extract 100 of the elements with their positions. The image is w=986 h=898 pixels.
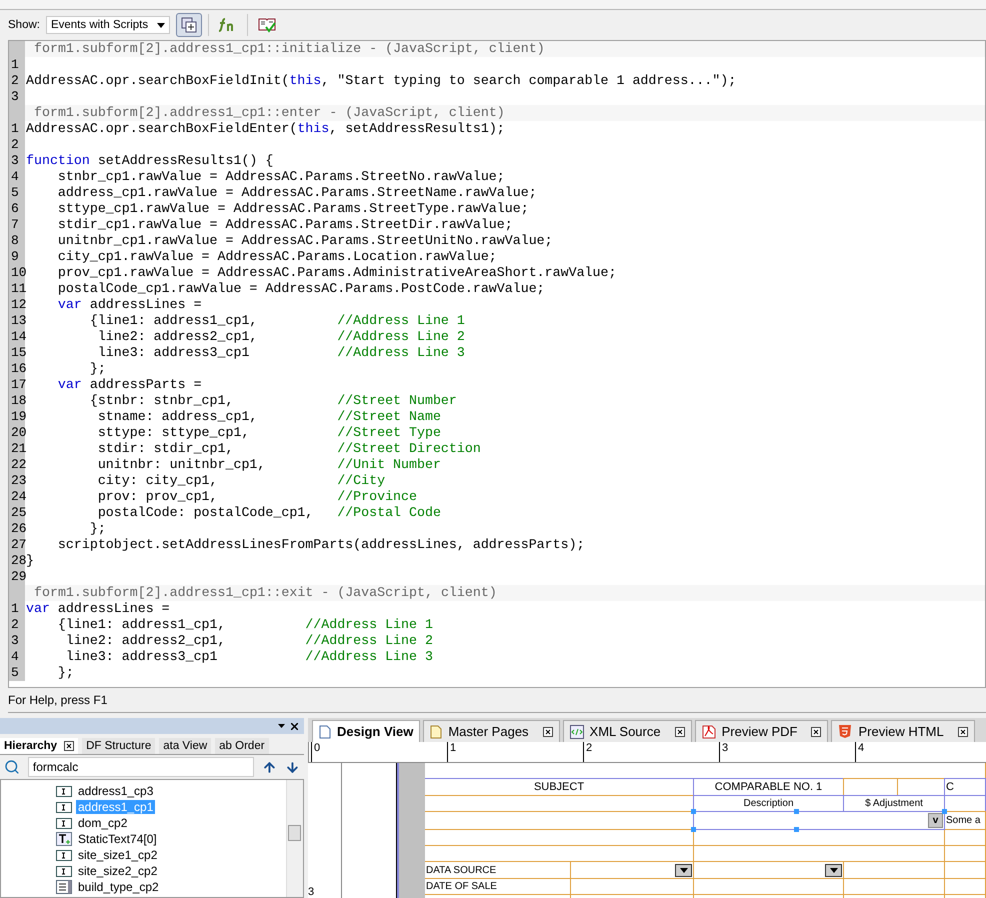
line-number: 13 — [9, 313, 25, 329]
tree-item[interactable]: address1_cp3 — [76, 784, 156, 798]
column-header: Description — [743, 798, 794, 809]
view-tab[interactable]: Master Pages — [423, 720, 560, 742]
arrow-up-icon[interactable] — [262, 760, 278, 774]
code-line: line3: address3_cp1 //Address Line 3 — [64, 649, 433, 665]
code-line: {stnbr: stnbr_cp1, //Street Number — [88, 393, 457, 409]
code-line: {line1: address1_cp1, //Address Line 1 — [56, 617, 433, 633]
line-number: 3 — [9, 633, 25, 649]
caret-icon — [156, 22, 165, 28]
code-line: city: city_cp1, //City — [96, 473, 386, 489]
panel-tab[interactable]: ata View — [159, 738, 212, 754]
search-field[interactable]: formcalc — [28, 757, 254, 777]
code-line: prov: prov_cp1, //Province — [96, 489, 417, 505]
close-icon[interactable] — [64, 741, 74, 751]
close-icon[interactable] — [811, 726, 822, 736]
checked-book-icon — [258, 17, 276, 33]
selection-handle[interactable] — [691, 809, 696, 814]
selection-handle[interactable] — [942, 809, 947, 814]
code-line: var addressLines = — [25, 601, 170, 617]
code-line: sttype_cp1.rawValue = AddressAC.Params.StreetType.rawValue; — [56, 201, 529, 217]
ruler-number: 1 — [447, 742, 583, 762]
selected-field[interactable]: v — [693, 811, 945, 830]
arrow-down-icon[interactable] — [285, 760, 300, 774]
html5-icon — [838, 724, 852, 739]
dropdown-button[interactable]: v — [928, 813, 943, 828]
code-line: }; — [88, 521, 106, 537]
view-tab[interactable]: XML Source — [562, 720, 692, 742]
code-line: var addressParts = — [56, 377, 202, 393]
code-line: sttype: sttype_cp1, //Street Type — [96, 425, 441, 441]
selection-handle[interactable] — [691, 827, 696, 832]
text-field-icon — [56, 802, 72, 812]
row-label: DATA SOURCE — [426, 864, 496, 876]
line-number: 18 — [9, 393, 25, 409]
code-line: city_cp1.rawValue = AddressAC.Params.Location.rawValue; — [56, 249, 497, 265]
panel-tab[interactable]: ab Order — [215, 738, 269, 754]
view-tab[interactable]: Design View — [312, 720, 420, 742]
scrollbar[interactable] — [286, 780, 303, 897]
line-number: 1 — [9, 601, 25, 617]
tree-item[interactable]: build_type_cp2 — [76, 880, 161, 894]
tree-item[interactable]: site_size1_cp2 — [76, 848, 160, 862]
line-number: 5 — [9, 665, 25, 681]
line-number: 3 — [9, 89, 25, 105]
ruler-number: 0 — [311, 742, 447, 762]
toolbar-button[interactable] — [176, 13, 202, 37]
code-line: function setAddressResults1() { — [25, 153, 274, 169]
line-number: 12 — [9, 297, 25, 313]
selection-handle[interactable] — [794, 809, 799, 814]
line-number: 8 — [9, 233, 25, 249]
line-number: 25 — [9, 505, 25, 521]
close-icon[interactable] — [958, 726, 968, 736]
column-header: COMPARABLE NO. 1 — [714, 781, 822, 793]
search-icon[interactable] — [4, 759, 20, 775]
line-number: 7 — [9, 217, 25, 233]
code-line: AddressAC.opr.searchBoxFieldInit(this, "Start typing to search comparable 1 address..."); — [25, 73, 736, 89]
panel-tab[interactable]: DF Structure — [82, 738, 156, 754]
column-header: $ Adjustment — [865, 798, 923, 809]
view-tab[interactable]: Preview PDF — [694, 720, 828, 742]
page-icon — [430, 724, 442, 738]
line-number: 27 — [9, 537, 25, 553]
tree-item[interactable]: dom_cp2 — [76, 816, 130, 830]
tree-item[interactable]: StaticText74[0] — [76, 832, 159, 846]
panel-tab[interactable]: Hierarchy — [0, 738, 78, 754]
column-header: SUBJECT — [534, 781, 584, 793]
line-number: 6 — [9, 201, 25, 217]
text-field-icon — [56, 866, 72, 876]
line-number: 2 — [9, 73, 25, 89]
code-line: } — [26, 553, 34, 569]
show-dropdown[interactable]: Events with Scripts — [46, 16, 170, 34]
code-line: {line1: address1_cp1, //Address Line 1 — [88, 313, 465, 329]
code-line: }; — [56, 665, 74, 681]
status-bar: For Help, press F1 — [8, 688, 986, 713]
list-field-icon — [56, 880, 72, 894]
selection-handle[interactable] — [794, 827, 799, 832]
event-header: form1.subform[2].address1_cp1::initialize - (JavaScript, client) — [33, 41, 545, 57]
line-gutter — [9, 41, 25, 57]
ruler-number: 2 — [583, 742, 719, 762]
code-line: line2: address2_cp1, //Address Line 2 — [64, 633, 433, 649]
close-icon[interactable] — [674, 726, 685, 736]
static-text-icon — [56, 832, 72, 846]
column-header: C — [946, 781, 954, 793]
close-icon[interactable] — [542, 726, 553, 736]
line-number: 28 — [9, 553, 25, 569]
code-line: stdir_cp1.rawValue = AddressAC.Params.StreetDir.rawValue; — [56, 217, 513, 233]
tree-item[interactable]: site_size2_cp2 — [76, 864, 160, 878]
line-number: 20 — [9, 425, 25, 441]
ruler-number: 3 — [308, 886, 316, 898]
line-number: 9 — [9, 249, 25, 265]
event-header: form1.subform[2].address1_cp1::enter - (JavaScript, client) — [33, 105, 505, 121]
script-editor[interactable] — [8, 40, 986, 688]
line-number: 15 — [9, 345, 25, 361]
view-tab[interactable]: Preview HTML — [831, 720, 975, 742]
code-line: AddressAC.opr.searchBoxFieldEnter(this, setAddressResults1); — [25, 121, 505, 137]
code-line: stname: address_cp1, //Street Name — [96, 409, 441, 425]
line-number: 21 — [9, 441, 25, 457]
caret-icon[interactable] — [278, 724, 285, 728]
line-number: 17 — [9, 377, 25, 393]
close-icon[interactable] — [291, 722, 298, 730]
code-line: stnbr_cp1.rawValue = AddressAC.Params.StreetNo.rawValue; — [56, 169, 505, 185]
code-line: unitnbr_cp1.rawValue = AddressAC.Params.StreetUnitNo.rawValue; — [56, 233, 553, 249]
